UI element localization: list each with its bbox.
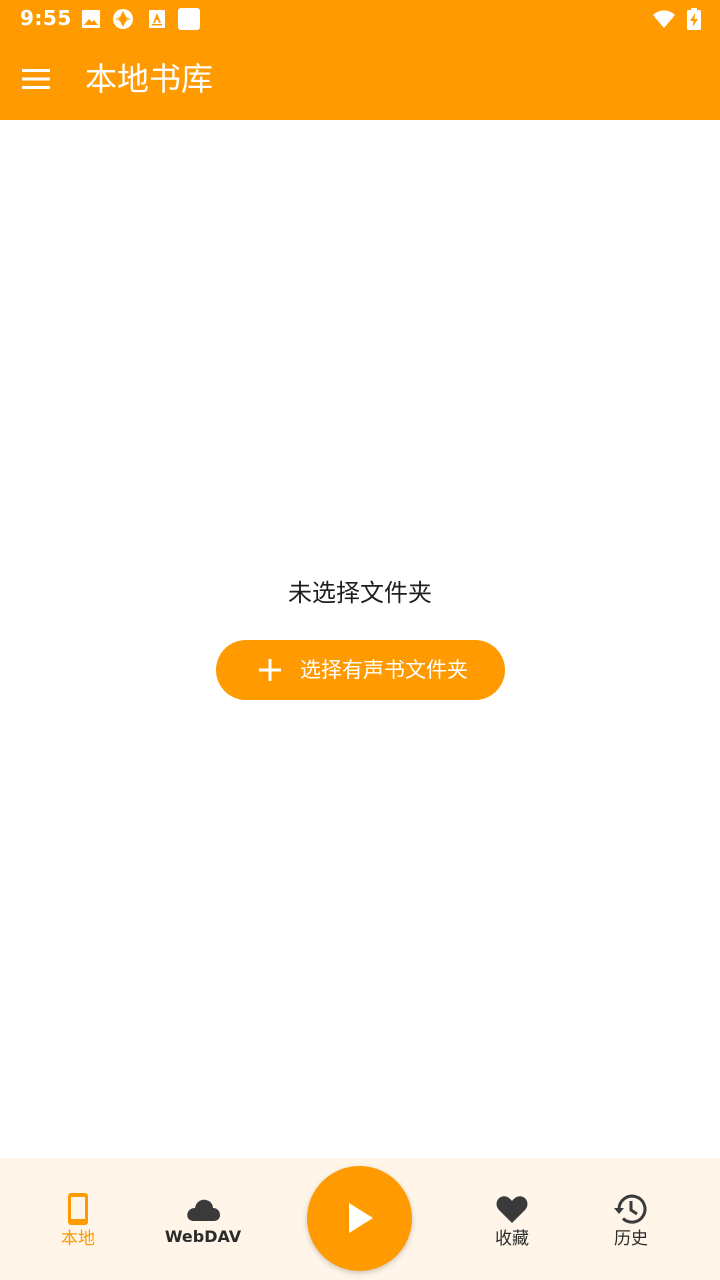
nav-item-local[interactable]: 本地 <box>13 1158 143 1280</box>
plus-icon <box>259 659 281 681</box>
battery-charging-icon <box>687 8 701 30</box>
nav-item-favorites[interactable]: 收藏 <box>447 1158 577 1280</box>
nav-label-local: 本地 <box>61 1229 95 1249</box>
nav-label-history: 历史 <box>614 1229 648 1249</box>
nav-item-webdav[interactable]: WebDAV <box>138 1158 268 1280</box>
app-bar: 本地书库 <box>0 38 720 120</box>
empty-state-message: 未选择文件夹 <box>288 579 432 607</box>
choose-folder-label: 选择有声书文件夹 <box>300 658 468 682</box>
app-store-icon <box>149 10 165 28</box>
blank-app-icon <box>178 8 200 30</box>
choose-folder-button[interactable]: 选择有声书文件夹 <box>216 640 505 700</box>
play-icon <box>349 1203 373 1233</box>
status-time: 9:55 <box>20 6 72 30</box>
menu-icon[interactable] <box>12 55 60 103</box>
heart-icon <box>496 1196 528 1223</box>
wifi-icon <box>653 10 675 28</box>
play-button[interactable] <box>307 1166 412 1271</box>
history-icon <box>614 1194 647 1224</box>
nav-item-history[interactable]: 历史 <box>566 1158 696 1280</box>
phone-icon <box>68 1193 88 1225</box>
nav-label-favorites: 收藏 <box>495 1229 529 1249</box>
cloud-icon <box>187 1199 220 1221</box>
nav-label-webdav: WebDAV <box>164 1227 242 1246</box>
image-icon <box>82 10 100 28</box>
page-title: 本地书库 <box>85 60 214 98</box>
status-bar: 9:55 <box>0 0 720 38</box>
sync-icon <box>113 9 133 29</box>
